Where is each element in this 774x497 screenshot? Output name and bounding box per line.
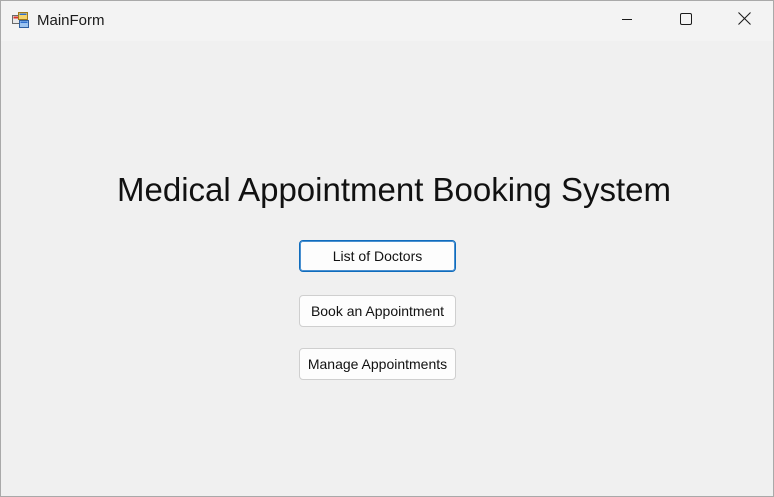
- title-bar[interactable]: MainForm: [1, 1, 773, 41]
- close-icon: [737, 12, 751, 30]
- window-title: MainForm: [37, 12, 105, 29]
- app-icon: [12, 12, 30, 28]
- maximize-icon: [680, 12, 692, 30]
- list-of-doctors-button[interactable]: List of Doctors: [299, 240, 456, 272]
- close-button[interactable]: [715, 1, 773, 41]
- book-appointment-button[interactable]: Book an Appointment: [299, 295, 456, 327]
- maximize-button[interactable]: [657, 1, 715, 41]
- page-title: Medical Appointment Booking System: [117, 171, 671, 208]
- minimize-icon: [621, 12, 633, 30]
- main-form-window: MainForm Medical Appointment Booking Sys…: [0, 0, 774, 497]
- manage-appointments-button[interactable]: Manage Appointments: [299, 348, 456, 380]
- minimize-button[interactable]: [598, 1, 656, 41]
